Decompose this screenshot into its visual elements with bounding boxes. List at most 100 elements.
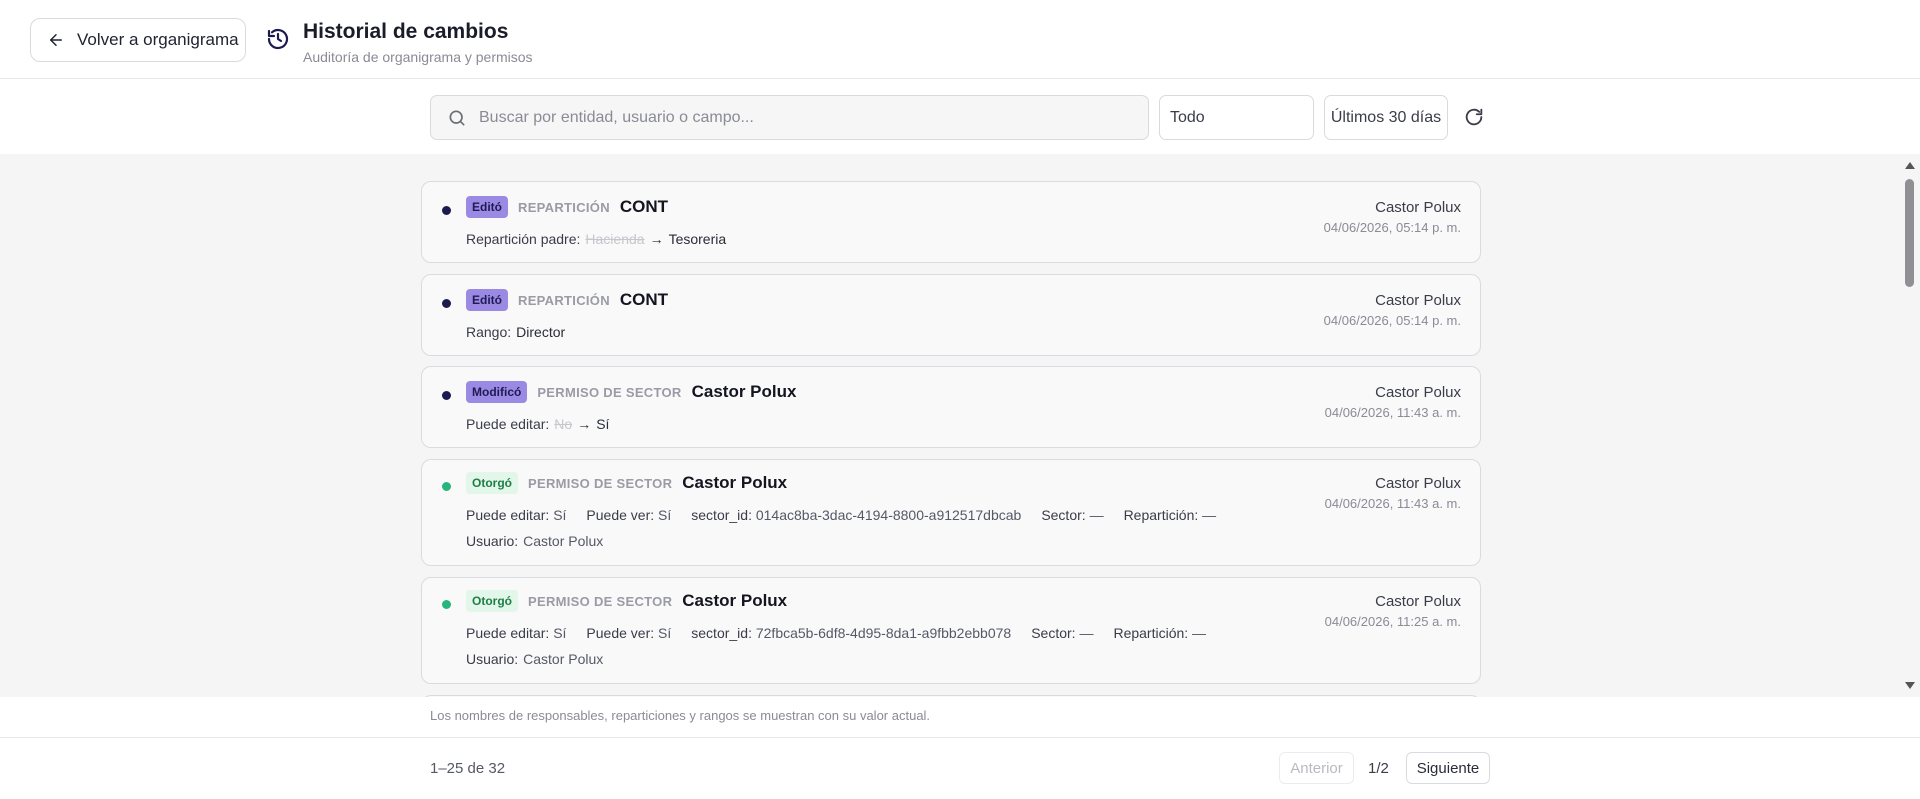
history-entry[interactable]: Editó REPARTICIÓN CONT Rango: Director C… (421, 274, 1481, 356)
new-value: Director (516, 324, 566, 340)
field-value: — (1089, 507, 1104, 523)
status-dot (442, 600, 451, 609)
divider (0, 737, 1920, 738)
field-label: Puede editar: (466, 416, 550, 432)
entity-name: CONT (619, 290, 669, 309)
status-dot (442, 482, 451, 491)
action-badge: Modificó (466, 381, 528, 403)
back-to-org-chart-button[interactable]: Volver a organigrama (30, 18, 246, 62)
date-range-select[interactable]: Últimos 30 días (1324, 95, 1448, 140)
field-label: Usuario: (466, 651, 519, 667)
entry-date: 04/06/2026, 11:43 a. m. (1324, 496, 1461, 511)
entity-type: PERMISO DE SECTOR (528, 593, 673, 609)
history-entry[interactable] (421, 695, 1481, 697)
field-value: — (1202, 507, 1217, 523)
footer-note: Los nombres de responsables, reparticion… (430, 708, 931, 723)
action-badge: Editó (466, 196, 508, 218)
field-value: 014ac8ba-3dac-4194-8800-a912517dbcab (755, 507, 1022, 523)
new-value: Sí (596, 416, 610, 432)
change-details: Puede editar: No → Sí (466, 416, 609, 432)
field-label: Puede ver: (586, 625, 655, 641)
page-header: Volver a organigrama Historial de cambio… (0, 0, 1920, 79)
entity-type: PERMISO DE SECTOR (537, 384, 682, 400)
filter-bar: Todo Últimos 30 días (0, 80, 1920, 154)
entry-meta: Castor Polux 04/06/2026, 11:43 a. m. (1325, 384, 1461, 420)
entry-user: Castor Polux (1375, 475, 1461, 492)
entry-meta: Castor Polux 04/06/2026, 05:14 p. m. (1324, 199, 1461, 235)
field-label: Sector: (1031, 625, 1076, 641)
history-entry[interactable]: Modificó PERMISO DE SECTOR Castor Polux … (421, 366, 1481, 448)
field-value: — (1192, 625, 1207, 641)
page-subtitle: Auditoría de organigrama y permisos (303, 49, 533, 65)
change-details: Puede editar: Sí Puede ver: Sí sector_id… (466, 625, 1206, 641)
old-value: Hacienda (585, 231, 645, 247)
back-button-label: Volver a organigrama (77, 30, 239, 49)
field-value: Sí (553, 507, 567, 523)
scroll-up-arrow-icon[interactable] (1905, 162, 1915, 169)
field-label: Puede ver: (586, 507, 655, 523)
entity-name: CONT (619, 197, 669, 216)
history-entry[interactable]: Otorgó PERMISO DE SECTOR Castor Polux Pu… (421, 577, 1481, 684)
field-label: Sector: (1041, 507, 1086, 523)
entity-name: Castor Polux (682, 473, 788, 492)
next-page-button[interactable]: Siguiente (1406, 752, 1490, 784)
change-arrow: → (577, 416, 592, 432)
entry-meta: Castor Polux 04/06/2026, 11:25 a. m. (1325, 593, 1461, 629)
history-entry[interactable]: Editó REPARTICIÓN CONT Repartición padre… (421, 181, 1481, 263)
previous-page-button[interactable]: Anterior (1279, 752, 1354, 784)
history-icon (267, 28, 289, 50)
field-label: Repartición: (1113, 625, 1189, 641)
field-value: Sí (553, 625, 567, 641)
field-label: Puede editar: (466, 507, 550, 523)
field-label: sector_id: (691, 507, 752, 523)
entry-meta: Castor Polux 04/06/2026, 11:43 a. m. (1325, 475, 1461, 511)
status-dot (442, 391, 451, 400)
entry-date: 04/06/2026, 11:43 a. m. (1324, 405, 1461, 420)
change-details-extra: Usuario: Castor Polux (466, 651, 603, 667)
entity-type: REPARTICIÓN (518, 199, 610, 215)
field-value: Sí (658, 625, 672, 641)
status-dot (442, 299, 451, 308)
list-scrollbar[interactable] (1902, 154, 1916, 697)
field-value: Castor Polux (523, 533, 604, 549)
old-value: No (554, 416, 573, 432)
entry-meta: Castor Polux 04/06/2026, 05:14 p. m. (1324, 292, 1461, 328)
refresh-icon[interactable] (1463, 106, 1485, 128)
change-arrow: → (649, 231, 664, 247)
field-label: Puede editar: (466, 625, 550, 641)
change-details: Repartición padre: Hacienda → Tesoreria (466, 231, 726, 247)
scroll-down-arrow-icon[interactable] (1905, 682, 1915, 689)
entity-name: Castor Polux (691, 382, 797, 401)
action-badge: Otorgó (466, 590, 518, 612)
status-dot (442, 206, 451, 215)
search-icon (449, 110, 465, 125)
field-value: 72fbca5b-6df8-4d95-8da1-a9fbb2ebb078 (755, 625, 1012, 641)
field-label: Repartición padre: (466, 231, 581, 247)
page-title: Historial de cambios (303, 20, 509, 43)
search-box[interactable] (430, 95, 1149, 140)
field-label: sector_id: (691, 625, 752, 641)
field-value: Castor Polux (523, 651, 604, 667)
field-label: Rango: (466, 324, 512, 340)
entry-user: Castor Polux (1375, 199, 1461, 216)
type-filter-select[interactable]: Todo (1159, 95, 1314, 140)
change-history-list: Editó REPARTICIÓN CONT Repartición padre… (0, 154, 1920, 697)
entry-date: 04/06/2026, 05:14 p. m. (1323, 220, 1461, 235)
entry-date: 04/06/2026, 05:14 p. m. (1323, 313, 1461, 328)
field-label: Usuario: (466, 533, 519, 549)
scroll-thumb[interactable] (1905, 179, 1914, 287)
search-input[interactable] (479, 108, 1119, 127)
entry-user: Castor Polux (1375, 384, 1461, 401)
arrow-left-icon (50, 34, 62, 46)
change-details-extra: Usuario: Castor Polux (466, 533, 603, 549)
history-entry[interactable]: Otorgó PERMISO DE SECTOR Castor Polux Pu… (421, 459, 1481, 566)
field-value: — (1079, 625, 1094, 641)
entry-user: Castor Polux (1375, 292, 1461, 309)
field-label: Repartición: (1123, 507, 1199, 523)
action-badge: Editó (466, 289, 508, 311)
field-value: Sí (658, 507, 672, 523)
entry-date: 04/06/2026, 11:25 a. m. (1324, 614, 1461, 629)
entity-type: REPARTICIÓN (518, 292, 610, 308)
entity-name: Castor Polux (682, 591, 788, 610)
change-details: Puede editar: Sí Puede ver: Sí sector_id… (466, 507, 1216, 523)
